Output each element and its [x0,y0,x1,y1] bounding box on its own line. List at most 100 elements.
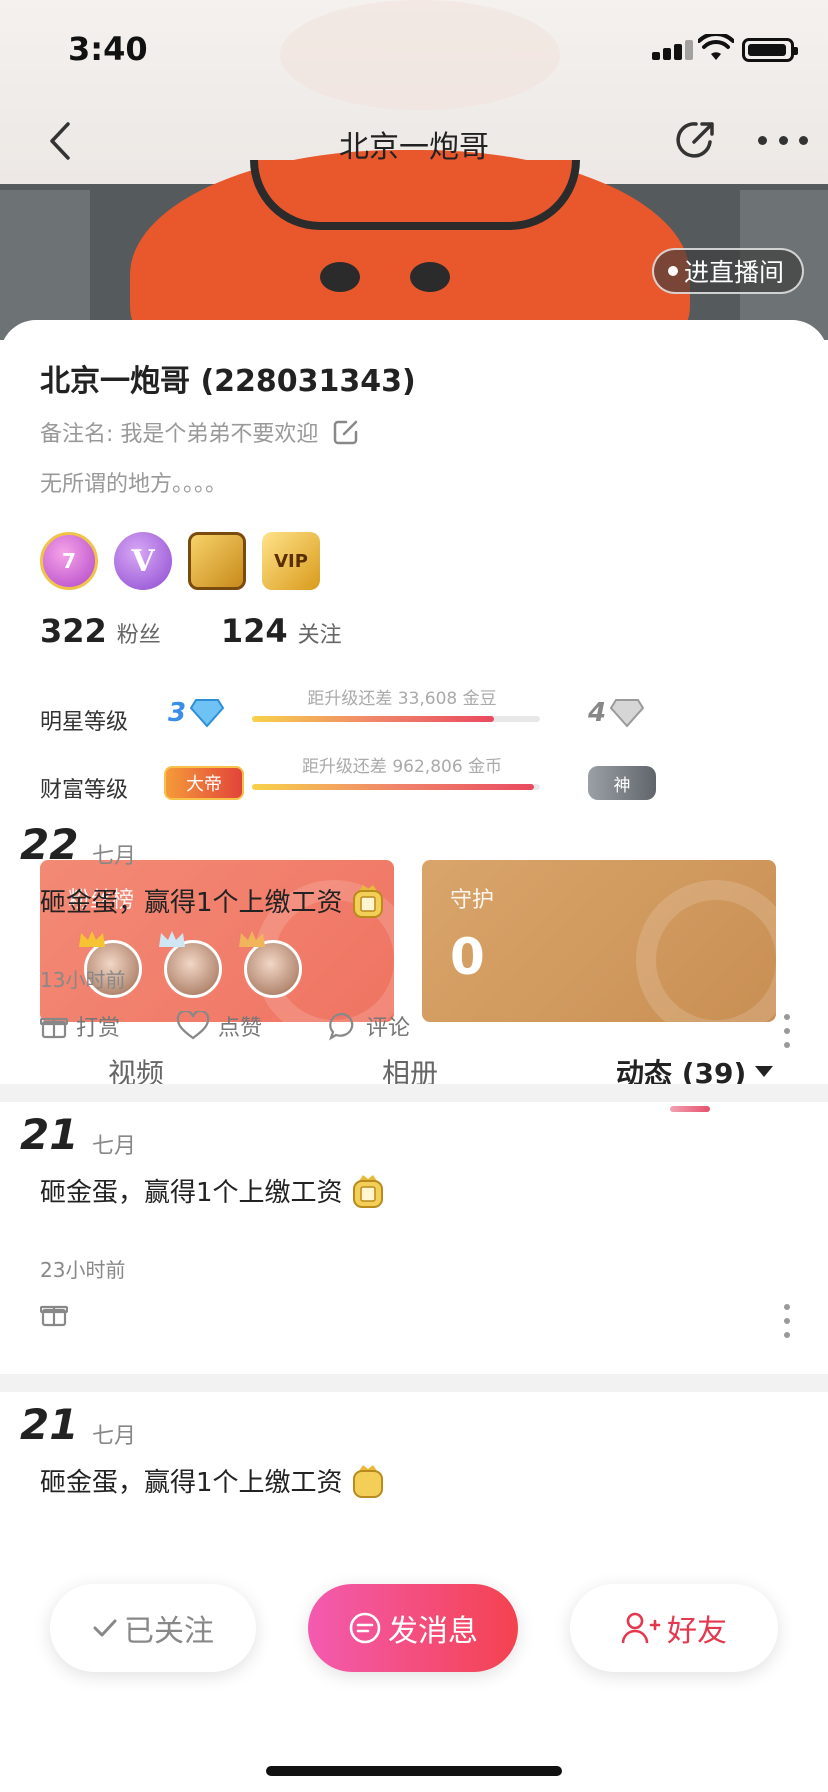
like-button[interactable]: 点赞 [176,1010,262,1042]
avatar[interactable] [159,931,222,998]
star-level-hint: 距升级还差 33,608 金豆 [307,689,497,709]
divider [0,1374,828,1392]
guard-card[interactable]: 守护 0 [422,860,776,1022]
wealth-level-current-tag: 大帝 [164,766,244,800]
remark-text: 备注名: 我是个弟弟不要欢迎 [40,422,319,447]
add-user-icon [621,1612,661,1644]
silver-crown-icon [159,931,185,947]
post-month: 七月 [92,1134,137,1159]
vip-badge-icon[interactable]: VIP [262,532,320,590]
post-more-icon[interactable] [782,1304,792,1338]
post-month: 七月 [92,844,137,869]
following-label[interactable]: 关注 [298,617,342,649]
shield-decoration [636,880,776,1022]
star-level-row[interactable]: 明星等级 3 距升级还差 33,608 金豆 4 [40,689,800,740]
star-level-current-number: 3 [168,698,187,728]
share-icon[interactable] [672,116,720,164]
grey-diamond-icon [610,699,645,728]
comment-label: 评论 [366,1016,411,1041]
signal-icon [652,40,698,60]
nav-bar: 北京一炮哥 [0,100,828,184]
post-actions [40,1300,800,1340]
post-month: 七月 [92,1424,137,1449]
reward-button[interactable] [40,1300,76,1328]
post-text-content: 砸金蛋，赢得1个上缴工资 [40,1468,343,1498]
followed-button[interactable]: 已关注 [50,1584,256,1672]
post-day: 21 [20,1110,79,1159]
comment-button[interactable]: 评论 [328,1010,410,1042]
bronze-crown-icon [239,931,265,947]
gift-icon [40,1017,68,1039]
enter-live-label: 进直播间 [684,258,785,287]
star-level-current: 3 [168,698,225,728]
battery-icon [742,38,798,62]
wealth-level-label: 财富等级 [40,778,129,803]
star-level-next-number: 4 [588,698,607,728]
remark-row: 备注名: 我是个弟弟不要欢迎 [40,416,360,448]
money-bag-icon [352,1174,383,1208]
send-message-button[interactable]: 发消息 [308,1584,518,1672]
post-day: 22 [20,820,79,869]
gift-icon [40,1305,68,1327]
live-dot-icon [668,266,678,276]
profile-card: 北京一炮哥 (228031343) 备注名: 我是个弟弟不要欢迎 无所谓的地方。… [0,320,828,1792]
check-icon [93,1619,117,1637]
bio-text: 无所谓的地方。。。。 [40,472,228,497]
post-more-icon[interactable] [782,1014,792,1048]
active-tab-indicator [670,1106,710,1112]
add-friend-label: 好友 [667,1614,727,1649]
divider [0,1084,828,1102]
follow-stats: 322 粉丝 124 关注 [40,612,342,650]
like-label: 点赞 [218,1016,263,1041]
wealth-level-row[interactable]: 财富等级 大帝 距升级还差 962,806 金币 神 [40,757,800,808]
caret-down-icon[interactable] [755,1066,773,1077]
post-time: 13小时前 [40,968,126,992]
followed-label: 已关注 [124,1614,214,1649]
home-indicator [266,1766,562,1776]
gold-crown-icon [79,931,105,947]
edit-remark-icon[interactable] [332,418,360,446]
heart-icon [176,1011,210,1040]
medal-badge-icon[interactable] [188,532,246,590]
money-bag-icon [352,1464,383,1498]
guard-title: 守护 [450,888,495,913]
following-count[interactable]: 124 [221,612,288,650]
reward-button[interactable]: 打赏 [40,1010,120,1042]
user-name-id: 北京一炮哥 (228031343) [40,364,416,399]
star-level-progress [252,716,540,722]
send-message-label: 发消息 [388,1614,478,1649]
level-star-badge-icon[interactable]: 7 [40,532,98,590]
post-text[interactable]: 砸金蛋，赢得1个上缴工资 [40,1462,387,1499]
more-options-icon[interactable] [758,118,808,162]
blue-diamond-icon [190,699,225,728]
cover-decoration [0,190,90,340]
wealth-level-hint: 距升级还差 962,806 金币 [301,757,503,777]
v-badge-icon[interactable]: V [114,532,172,590]
post-text[interactable]: 砸金蛋，赢得1个上缴工资 [40,882,387,919]
add-friend-button[interactable]: 好友 [570,1584,778,1672]
post-day: 21 [20,1400,79,1449]
post-time: 23小时前 [40,1258,126,1282]
post-text[interactable]: 砸金蛋，赢得1个上缴工资 [40,1172,387,1209]
star-level-label: 明星等级 [40,710,129,735]
cover-decoration [320,262,360,292]
enter-live-button[interactable]: 进直播间 [652,248,804,294]
guard-count: 0 [450,928,485,986]
status-time: 3:40 [68,30,148,68]
content-tabs: 视频 相册 动态 (39) [0,1052,828,1112]
wealth-level-progress [252,784,540,790]
profile-cover: 3:40 北京一炮哥 进直播间 [0,0,828,340]
wifi-icon [698,34,734,60]
fans-count[interactable]: 322 [40,612,107,650]
wealth-level-next-tag: 神 [588,766,656,800]
star-level-next: 4 [588,698,645,728]
fans-label[interactable]: 粉丝 [117,617,161,649]
avatar[interactable] [239,931,302,998]
cover-decoration [410,262,450,292]
comment-icon [329,1012,354,1041]
post-actions: 打赏 点赞 评论 [40,1010,800,1050]
money-bag-icon [352,884,383,918]
post-text-content: 砸金蛋，赢得1个上缴工资 [40,888,343,918]
status-bar: 3:40 [0,0,828,96]
badge-list: 7 V VIP [40,532,320,590]
